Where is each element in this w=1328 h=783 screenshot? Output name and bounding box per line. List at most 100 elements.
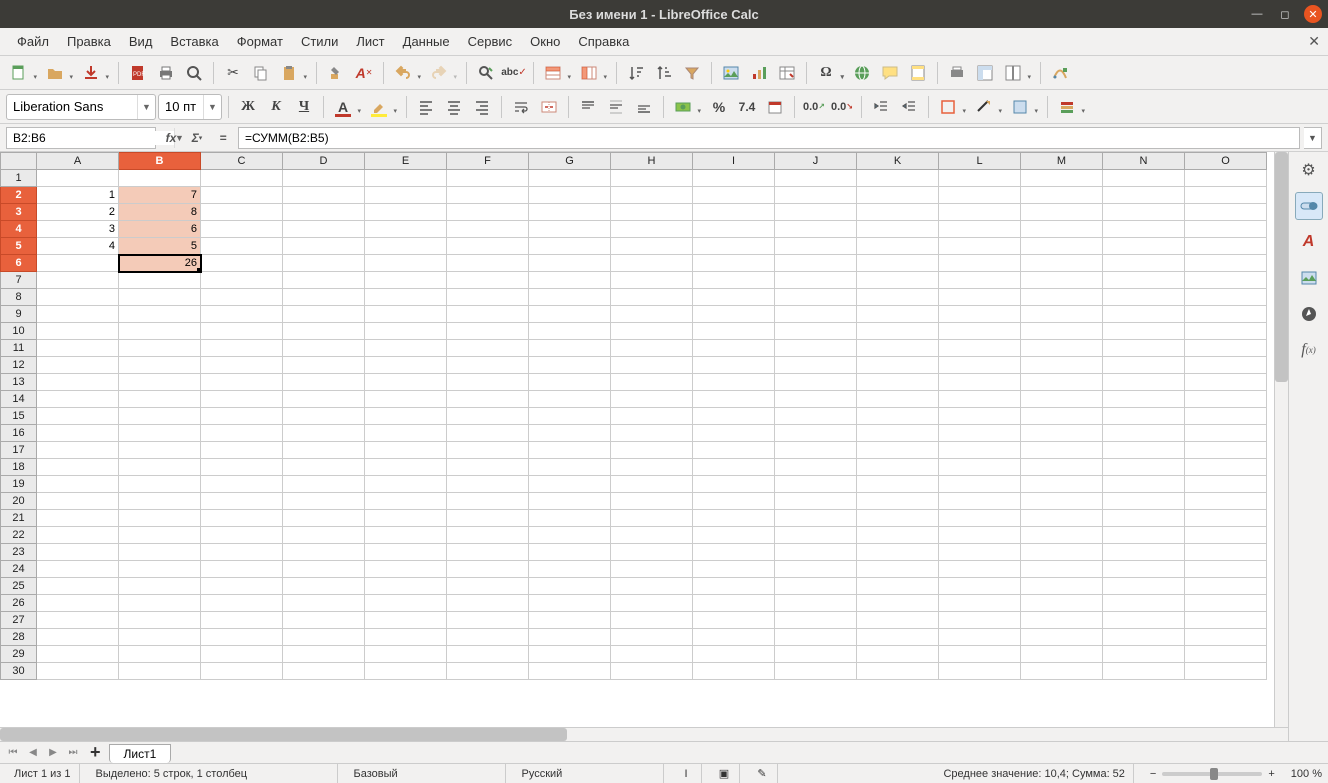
menu-window[interactable]: Окно bbox=[521, 31, 569, 52]
cell[interactable] bbox=[1103, 187, 1185, 204]
cell[interactable] bbox=[693, 646, 775, 663]
cell[interactable] bbox=[693, 408, 775, 425]
row-header[interactable]: 26 bbox=[1, 595, 37, 612]
zoom-control[interactable]: − + bbox=[1142, 764, 1283, 783]
cell[interactable] bbox=[939, 340, 1021, 357]
cell[interactable] bbox=[447, 493, 529, 510]
menu-data[interactable]: Данные bbox=[394, 31, 459, 52]
cell[interactable] bbox=[447, 357, 529, 374]
cell[interactable] bbox=[201, 323, 283, 340]
cell[interactable] bbox=[857, 663, 939, 680]
cell[interactable] bbox=[529, 442, 611, 459]
cell[interactable] bbox=[119, 595, 201, 612]
menu-file[interactable]: Файл bbox=[8, 31, 58, 52]
sidebar-gallery-icon[interactable] bbox=[1295, 264, 1323, 292]
row-header[interactable]: 22 bbox=[1, 527, 37, 544]
cell[interactable] bbox=[1021, 170, 1103, 187]
cell[interactable] bbox=[1185, 323, 1267, 340]
cell[interactable] bbox=[1021, 646, 1103, 663]
cell[interactable] bbox=[1021, 306, 1103, 323]
row-header[interactable]: 21 bbox=[1, 510, 37, 527]
cell[interactable] bbox=[529, 255, 611, 272]
cell[interactable] bbox=[1021, 323, 1103, 340]
cell[interactable] bbox=[1103, 561, 1185, 578]
remove-decimal-icon[interactable]: 0.0↘ bbox=[829, 94, 855, 120]
cell[interactable] bbox=[611, 408, 693, 425]
cell[interactable] bbox=[693, 459, 775, 476]
export-pdf-icon[interactable]: PDF bbox=[125, 60, 151, 86]
font-color-icon[interactable]: A bbox=[330, 94, 356, 120]
cell[interactable] bbox=[283, 289, 365, 306]
cell[interactable] bbox=[447, 595, 529, 612]
zoom-level[interactable]: 100 % bbox=[1291, 768, 1322, 780]
chevron-down-icon[interactable]: ▼ bbox=[203, 95, 221, 119]
cell[interactable] bbox=[529, 340, 611, 357]
cell[interactable] bbox=[365, 374, 447, 391]
cell[interactable] bbox=[857, 408, 939, 425]
cell[interactable] bbox=[447, 425, 529, 442]
cell[interactable] bbox=[1021, 272, 1103, 289]
cell[interactable] bbox=[857, 442, 939, 459]
cell[interactable] bbox=[119, 629, 201, 646]
cell[interactable]: 3 bbox=[37, 221, 119, 238]
cell[interactable] bbox=[119, 289, 201, 306]
cell[interactable] bbox=[365, 272, 447, 289]
menu-edit[interactable]: Правка bbox=[58, 31, 120, 52]
cell[interactable] bbox=[119, 646, 201, 663]
cell[interactable] bbox=[775, 612, 857, 629]
cell[interactable] bbox=[119, 459, 201, 476]
cell[interactable]: 2 bbox=[37, 204, 119, 221]
paste-icon[interactable] bbox=[276, 60, 302, 86]
cell[interactable] bbox=[857, 527, 939, 544]
cell[interactable] bbox=[775, 425, 857, 442]
column-header[interactable]: C bbox=[201, 153, 283, 170]
cell[interactable] bbox=[37, 510, 119, 527]
cell[interactable] bbox=[1021, 408, 1103, 425]
cell[interactable] bbox=[939, 646, 1021, 663]
add-sheet-button[interactable]: + bbox=[84, 742, 107, 763]
row-header[interactable]: 15 bbox=[1, 408, 37, 425]
cell[interactable] bbox=[365, 561, 447, 578]
cell[interactable] bbox=[1103, 238, 1185, 255]
cell[interactable] bbox=[693, 357, 775, 374]
cell[interactable] bbox=[529, 204, 611, 221]
cell[interactable] bbox=[119, 425, 201, 442]
cell[interactable] bbox=[37, 646, 119, 663]
date-format-icon[interactable] bbox=[762, 94, 788, 120]
cell[interactable] bbox=[201, 255, 283, 272]
cell[interactable] bbox=[1021, 221, 1103, 238]
cell[interactable] bbox=[1185, 476, 1267, 493]
cell[interactable] bbox=[1103, 170, 1185, 187]
cell[interactable] bbox=[939, 612, 1021, 629]
cell[interactable] bbox=[611, 459, 693, 476]
cell[interactable] bbox=[447, 646, 529, 663]
cell[interactable] bbox=[611, 544, 693, 561]
cell[interactable] bbox=[611, 595, 693, 612]
cell[interactable] bbox=[693, 374, 775, 391]
cell[interactable] bbox=[119, 612, 201, 629]
cell[interactable] bbox=[119, 374, 201, 391]
cell[interactable] bbox=[365, 323, 447, 340]
insert-image-icon[interactable] bbox=[718, 60, 744, 86]
cell[interactable] bbox=[939, 493, 1021, 510]
cell[interactable] bbox=[529, 493, 611, 510]
row-header[interactable]: 18 bbox=[1, 459, 37, 476]
cell[interactable] bbox=[1185, 306, 1267, 323]
cell[interactable] bbox=[1103, 255, 1185, 272]
cell[interactable] bbox=[365, 578, 447, 595]
row-header[interactable]: 16 bbox=[1, 425, 37, 442]
cell[interactable] bbox=[611, 374, 693, 391]
cell[interactable] bbox=[611, 272, 693, 289]
column-header[interactable]: J bbox=[775, 153, 857, 170]
column-header[interactable]: H bbox=[611, 153, 693, 170]
cell[interactable] bbox=[529, 595, 611, 612]
cell[interactable] bbox=[529, 629, 611, 646]
cell[interactable] bbox=[365, 187, 447, 204]
cell[interactable] bbox=[37, 578, 119, 595]
cell[interactable] bbox=[857, 255, 939, 272]
cell[interactable] bbox=[447, 323, 529, 340]
cell[interactable] bbox=[529, 459, 611, 476]
align-left-icon[interactable] bbox=[413, 94, 439, 120]
horizontal-scrollbar[interactable] bbox=[0, 727, 1288, 741]
sort-desc-icon[interactable] bbox=[651, 60, 677, 86]
